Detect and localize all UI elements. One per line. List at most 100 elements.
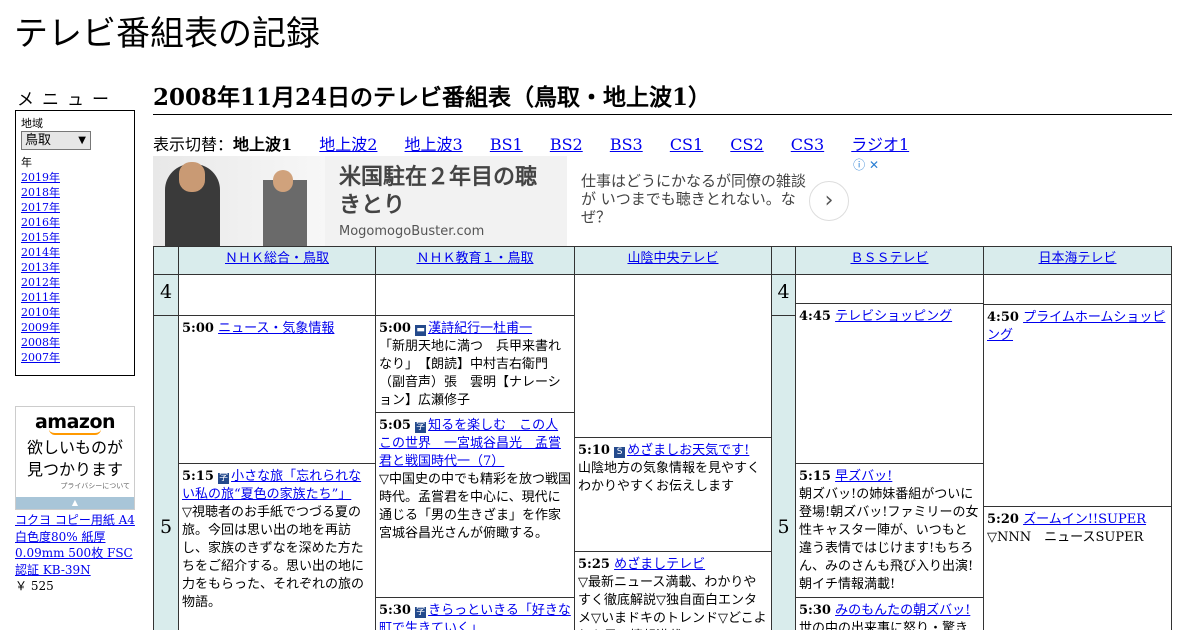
program-empty — [178, 274, 376, 316]
program-empty — [795, 274, 984, 304]
program-description: ▽最新ニュース満載、わかりやすく徹底解説▽独自面白エンタメ▽いまドキのトレンド▽… — [578, 575, 767, 630]
program-title-link[interactable]: 早ズバッ! — [835, 469, 892, 484]
program-time: 5:00 — [182, 321, 214, 336]
hour-cell-4: 4 — [153, 274, 179, 316]
program-title-link[interactable]: ニュース・気象情報 — [218, 321, 334, 336]
banner-ad[interactable]: 米国駐在２年目の聴きとり MogomogoBuster.com 仕事はどうにかな… — [153, 156, 881, 246]
year-link-2011[interactable]: 2011年 — [21, 290, 129, 305]
channel-link-nhk-e[interactable]: ＮＨＫ教育１・鳥取 — [416, 251, 533, 266]
channel-header-ntv: 日本海テレビ — [983, 246, 1172, 275]
ad-photo-person-2-head — [273, 170, 293, 192]
channel-header-nhk-g: ＮＨＫ総合・鳥取 — [178, 246, 376, 275]
chevron-down-icon: ▼ — [78, 135, 86, 146]
ad-domain: MogomogoBuster.com — [339, 224, 485, 239]
year-link-2012[interactable]: 2012年 — [21, 275, 129, 290]
program-cell: 5:05 字知るを楽しむ この人この世界 一宮城谷昌光 孟嘗君と戦国時代一（7）… — [375, 412, 575, 598]
program-cell: 5:30 字きらっといきる「好きな町で生きていく」 — [375, 597, 575, 630]
program-description: ▽NNN ニュースSUPER — [987, 530, 1144, 545]
channel-link-nhk-g[interactable]: ＮＨＫ総合・鳥取 — [225, 251, 329, 266]
menu-box: 地域 鳥取 ▼ 年 2019年 2018年 2017年 2016年 2015年 … — [15, 110, 135, 376]
switcher-link-bs1[interactable]: BS1 — [490, 135, 523, 154]
region-select[interactable]: 鳥取 ▼ — [21, 131, 91, 150]
program-title-link[interactable]: めざましお天気です! — [627, 443, 749, 458]
program-cell: 5:15 早ズバッ! 朝ズバッ!の姉妹番組がついに登場!朝ズバッ!ファミリーの女… — [795, 463, 984, 598]
program-time: 5:20 — [987, 512, 1019, 527]
ad-headline: 米国駐在２年目の聴きとり — [339, 165, 538, 218]
year-list: 2019年 2018年 2017年 2016年 2015年 2014年 2013… — [21, 170, 129, 365]
ad-body: 仕事はどうにかなるが同僚の雑談が いつまでも聴きとれない。なぜ？ — [581, 172, 807, 226]
amazon-privacy-link[interactable]: プライバシーについて — [16, 481, 134, 491]
program-empty — [983, 274, 1172, 305]
switcher-link-bs2[interactable]: BS2 — [550, 135, 583, 154]
ad-headline-box[interactable]: 米国駐在２年目の聴きとり MogomogoBuster.com — [325, 156, 567, 246]
ad-next-button[interactable]: › — [809, 181, 849, 221]
switcher-link-cs3[interactable]: CS3 — [791, 135, 824, 154]
grid-corner-2 — [771, 246, 796, 275]
page-heading: 2008年11月24日のテレビ番組表（鳥取・地上波1） — [153, 83, 1172, 115]
amazon-logo: amazon — [34, 411, 116, 433]
product-listing: コクヨ コピー用紙 A4 白色度80% 紙厚 0.09mm 500枚 FSC認証… — [15, 512, 140, 595]
amazon-ad[interactable]: amazon 欲しいものが 見つかります プライバシーについて ▲ — [15, 406, 135, 510]
channel-header-bss: ＢＳＳテレビ — [795, 246, 984, 275]
switcher-link-cs1[interactable]: CS1 — [670, 135, 703, 154]
year-link-2015[interactable]: 2015年 — [21, 230, 129, 245]
program-cell: 4:50 プライムホームショッピング — [983, 304, 1172, 507]
year-link-2016[interactable]: 2016年 — [21, 215, 129, 230]
program-cell: 5:00 ニュース・気象情報 — [178, 315, 376, 464]
amazon-ad-expand-bar[interactable]: ▲ — [16, 497, 134, 509]
program-cell: 5:20 ズームイン!!SUPER ▽NNN ニュースSUPER — [983, 506, 1172, 630]
amazon-slogan-line-1: 欲しいものが — [26, 438, 123, 457]
program-time: 5:15 — [182, 469, 214, 484]
site-title: テレビ番組表の記録 — [14, 14, 320, 54]
channel-link-sanin[interactable]: 山陰中央テレビ — [627, 251, 718, 266]
program-title-link[interactable]: テレビショッピング — [835, 309, 952, 324]
switcher-link-chijoha2[interactable]: 地上波2 — [319, 135, 377, 154]
year-link-2010[interactable]: 2010年 — [21, 305, 129, 320]
year-link-2019[interactable]: 2019年 — [21, 170, 129, 185]
program-time: 4:50 — [987, 310, 1019, 325]
program-cell: 4:45 テレビショッピング — [795, 303, 984, 464]
year-link-2013[interactable]: 2013年 — [21, 260, 129, 275]
program-title-link[interactable]: ズームイン!!SUPER — [1023, 512, 1146, 527]
switcher-link-cs2[interactable]: CS2 — [730, 135, 763, 154]
year-link-2008[interactable]: 2008年 — [21, 335, 129, 350]
stereo-icon: S — [614, 447, 626, 458]
channel-switcher: 表示切替：地上波1 地上波2 地上波3 BS1 BS2 BS3 CS1 CS2 … — [153, 135, 909, 155]
program-description: 「新朋天地に満つ 兵甲来書れなり」 【朗読】中村吉右衛門 （副音声）張 雲明【ナ… — [379, 339, 562, 408]
switcher-link-bs3[interactable]: BS3 — [610, 135, 643, 154]
ad-photo-person-1-head — [179, 162, 205, 192]
subtitle-icon: 字 — [218, 473, 230, 484]
channel-link-ntv[interactable]: 日本海テレビ — [1038, 251, 1116, 266]
year-link-2007[interactable]: 2007年 — [21, 350, 129, 365]
year-link-2009[interactable]: 2009年 — [21, 320, 129, 335]
channel-link-bss[interactable]: ＢＳＳテレビ — [850, 251, 928, 266]
program-cell: 5:15 字小さな旅「忘れられない私の旅“夏色の家族たち”」 ▽視聴者のお手紙で… — [178, 463, 376, 630]
program-time: 5:00 — [379, 321, 411, 336]
ad-photo — [153, 156, 325, 246]
program-empty — [375, 274, 575, 316]
program-description: 山陰地方の気象情報を見やすくわかりやすくお伝えします — [578, 461, 761, 494]
hour-cell-5-right: 5 — [771, 315, 796, 630]
program-title-link[interactable]: 漢詩紀行一杜甫一 — [428, 321, 532, 336]
hour-label: 5 — [777, 516, 790, 538]
subtitle-icon: 字 — [415, 422, 427, 433]
program-time: 5:30 — [799, 603, 831, 618]
hour-label: 5 — [159, 516, 173, 538]
product-link[interactable]: コクヨ コピー用紙 A4 白色度80% 紙厚 0.09mm 500枚 FSC認証… — [15, 513, 135, 577]
region-label: 地域 — [21, 117, 43, 130]
amazon-slogan-line-2: 見つかります — [26, 460, 123, 479]
year-link-2017[interactable]: 2017年 — [21, 200, 129, 215]
hour-label: 4 — [777, 281, 790, 303]
year-link-2018[interactable]: 2018年 — [21, 185, 129, 200]
year-link-2014[interactable]: 2014年 — [21, 245, 129, 260]
switcher-link-radio1[interactable]: ラジオ1 — [851, 135, 909, 154]
program-description: 世の中の出来事に怒り・驚き — [799, 621, 969, 630]
program-title-link[interactable]: めざましテレビ — [614, 557, 705, 572]
data-broadcast-icon: ▬ — [415, 325, 427, 336]
switcher-link-chijoha3[interactable]: 地上波3 — [405, 135, 463, 154]
program-cell: 5:10 S めざましお天気です! 山陰地方の気象情報を見やすくわかりやすくお伝え… — [574, 437, 772, 552]
program-title-link[interactable]: みのもんたの朝ズバッ! — [835, 603, 970, 618]
ad-info-close-icon[interactable]: ⓘ ✕ — [853, 156, 879, 173]
year-label: 年 — [21, 156, 32, 169]
grid-corner — [153, 246, 179, 275]
